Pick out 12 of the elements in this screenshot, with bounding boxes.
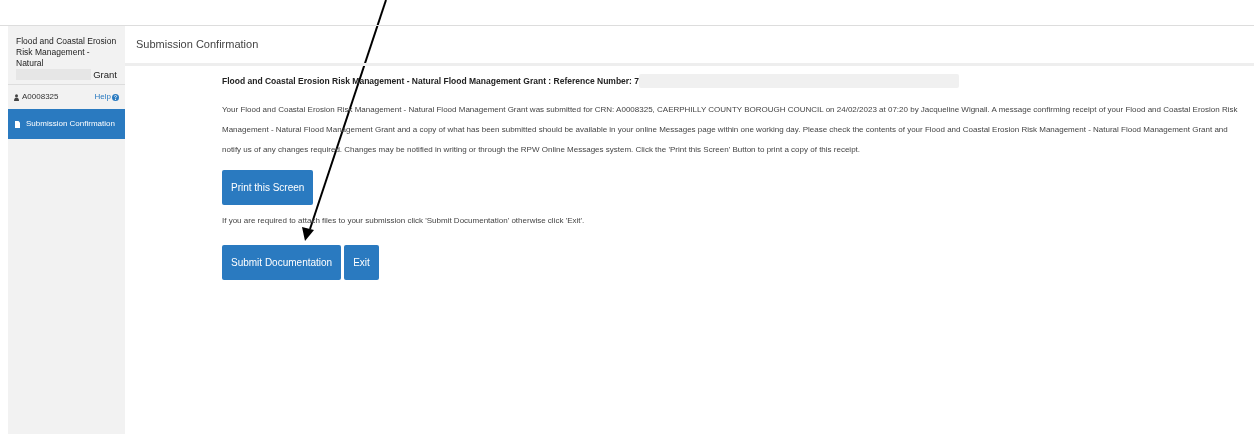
help-link[interactable]: Help [94, 91, 119, 103]
submit-button[interactable]: Submit Documentation [222, 245, 342, 280]
document-icon [15, 120, 20, 128]
exit-button[interactable]: Exit [344, 245, 379, 280]
sidebar-title-end: Grant [93, 69, 117, 80]
sidebar-title: Flood and Coastal Erosion Risk Management - Natural [16, 36, 117, 69]
nav-item[interactable]: Submission Confirmation [8, 109, 125, 139]
print-button[interactable]: Print this Screen [222, 170, 314, 205]
user-id: A0008325 [14, 91, 59, 103]
user-icon [14, 93, 19, 101]
help-icon [112, 93, 119, 101]
page-title: Submission Confirmation [136, 37, 259, 53]
